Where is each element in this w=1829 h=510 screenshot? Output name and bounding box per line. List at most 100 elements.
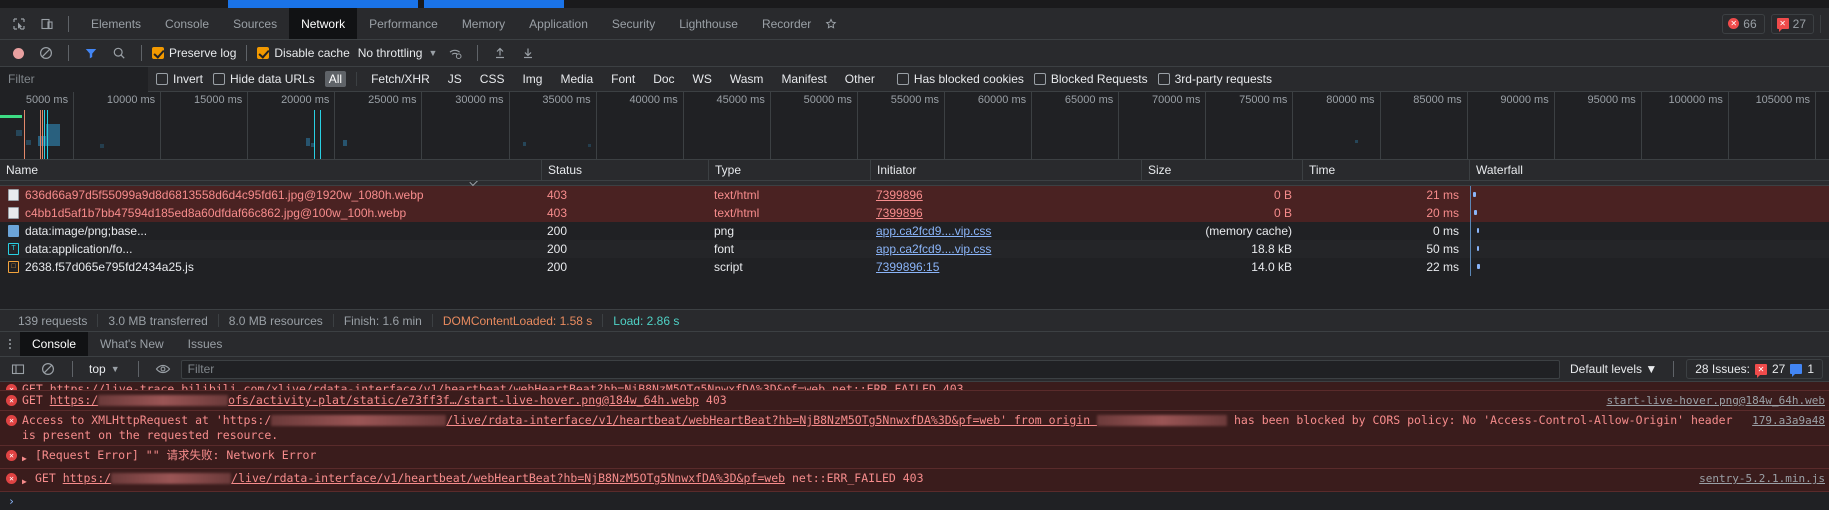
blocked-requests-checkbox[interactable]: Blocked Requests [1033,72,1148,86]
hide-data-urls-checkbox[interactable]: Hide data URLs [213,72,315,86]
type-filter-font[interactable]: Font [607,71,639,87]
drawer-tab-whats-new[interactable]: What's New [88,332,176,356]
error-count-badge[interactable]: ✕ 66 [1722,13,1765,34]
throttling-select-value[interactable]: No throttling [354,46,423,60]
chevron-down-icon[interactable]: ▼ [426,48,439,58]
tab-network[interactable]: Network [289,8,358,39]
cell-initiator[interactable]: 7399896 [870,204,1141,222]
url-link[interactable]: ofs/activity-plat/static/e73ff3f…/start-… [228,393,699,407]
filter-input[interactable] [0,66,148,92]
type-filter-css[interactable]: CSS [476,71,509,87]
expand-arrow-icon[interactable]: ▶ [22,474,30,489]
type-filter-doc[interactable]: Doc [649,71,678,87]
cell-name[interactable]: 636d66a97d5f55099a9d8d6813558d6d4c95fd61… [0,186,541,204]
table-body[interactable]: 636d66a97d5f55099a9d8d6813558d6d4c95fd61… [0,181,1829,309]
initiator-link[interactable]: app.ca2fcd9....vip.css [876,242,991,256]
filter-toggle-button[interactable] [79,42,103,64]
disable-cache-checkbox[interactable]: Disable cache [257,46,350,60]
cell-name[interactable]: □ 2638.f57d065e795fd2434a25.js [0,258,541,276]
initiator-link[interactable]: app.ca2fcd9....vip.css [876,224,991,238]
tab-recorder[interactable]: Recorder [750,8,823,39]
tab-elements[interactable]: Elements [79,8,153,39]
tab-console[interactable]: Console [153,8,221,39]
drawer-tab-issues[interactable]: Issues [176,332,235,356]
type-filter-fetch-xhr[interactable]: Fetch/XHR [367,71,434,87]
console-issues-chip[interactable]: 28 Issues: ✕ 27 1 [1686,359,1823,379]
url-link[interactable]: https:/ [50,393,98,407]
console-filter-input[interactable] [180,359,1560,379]
console-error-message[interactable]: ✕ ▶ GET https://live/rdata-interface/v1/he… [0,469,1829,492]
tab-sources[interactable]: Sources [221,8,289,39]
cell-initiator[interactable]: 7399896:15 [870,258,1141,276]
tab-security[interactable]: Security [600,8,667,39]
column-header-waterfall[interactable]: Waterfall [1469,159,1829,181]
cell-initiator[interactable]: app.ca2fcd9....vip.css [870,222,1141,240]
type-filter-ws[interactable]: WS [689,71,716,87]
live-expression-eye-icon[interactable] [151,358,175,380]
url-link[interactable]: /live/rdata-interface/v1/heartbeat/webHe… [231,471,785,485]
console-message-source-link[interactable]: sentry-5.2.1.min.js [1699,471,1825,486]
tab-lighthouse[interactable]: Lighthouse [667,8,750,39]
console-clear-button[interactable] [36,358,60,380]
table-row[interactable]: 636d66a97d5f55099a9d8d6813558d6d4c95fd61… [0,186,1829,204]
console-sidebar-toggle-button[interactable] [6,358,30,380]
tab-performance[interactable]: Performance [357,8,450,39]
execution-context-selector[interactable]: top ▼ [85,362,126,376]
warning-count-badge[interactable]: ✕ 27 [1770,13,1814,34]
drawer-tab-console[interactable]: Console [20,332,89,356]
initiator-link[interactable]: 7399896:15 [876,260,939,274]
type-filter-img[interactable]: Img [518,71,546,87]
console-message-source-link[interactable]: 179.a3a9a48 [1752,413,1825,428]
record-button[interactable] [6,42,30,64]
tab-memory[interactable]: Memory [450,8,517,39]
column-header-size[interactable]: Size [1141,159,1302,181]
initiator-link[interactable]: 7399896 [876,206,923,220]
type-filter-js[interactable]: JS [444,71,466,87]
url-link[interactable]: /live/rdata-interface/v1/heartbeat/webHe… [446,413,1097,427]
cell-initiator[interactable]: 7399896 [870,186,1141,204]
type-filter-other[interactable]: Other [841,71,879,87]
table-row[interactable]: data:image/png;base... 200 png app.ca2fcd9.… [0,222,1829,240]
console-error-message[interactable]: ✕ Access to XMLHttpRequest at 'https://li… [0,411,1829,446]
table-row[interactable]: Tdata:application/fo... 200 font app.ca2fcd… [0,240,1829,258]
cell-name[interactable]: Tdata:application/fo... [0,240,541,258]
column-header-name[interactable]: Name [0,160,541,181]
inspect-element-icon[interactable] [6,12,32,36]
type-filter-manifest[interactable]: Manifest [777,71,830,87]
type-filter-wasm[interactable]: Wasm [726,71,768,87]
column-header-status[interactable]: Status [541,159,708,181]
table-row[interactable]: □ 2638.f57d065e795fd2434a25.js 200 script 73… [0,258,1829,276]
device-toolbar-icon[interactable] [34,12,60,36]
console-levels-selector[interactable]: Default levels ▼ [1566,362,1661,376]
cell-name[interactable]: data:image/png;base... [0,222,541,240]
type-filter-all[interactable]: All [324,71,347,87]
console-message-list[interactable]: ✕ GET https://live-trace.bilibili.com/xli… [0,382,1829,510]
has-blocked-cookies-checkbox[interactable]: Has blocked cookies [896,72,1024,86]
console-message-source-link[interactable]: start-live-hover.png@184w_64h.web [1606,393,1825,408]
third-party-requests-checkbox[interactable]: 3rd-party requests [1157,72,1272,86]
type-filter-media[interactable]: Media [556,71,597,87]
initiator-link[interactable]: 7399896 [876,188,923,202]
cell-name[interactable]: c4bb1d5af1b7bb47594d185ed8a60dfdaf66c862… [0,204,541,222]
search-button[interactable] [107,42,131,64]
console-error-message[interactable]: ✕ GET https:/ofs/activity-plat/static/e73… [0,391,1829,411]
drawer-more-options-button[interactable] [0,332,20,356]
column-header-type[interactable]: Type [708,159,870,181]
preserve-log-checkbox[interactable]: Preserve log [152,46,236,60]
network-conditions-button[interactable] [443,42,467,64]
column-header-time[interactable]: Time [1302,159,1469,181]
cell-initiator[interactable]: app.ca2fcd9....vip.css [870,240,1141,258]
export-har-button[interactable] [516,42,540,64]
import-har-button[interactable] [488,42,512,64]
column-header-initiator[interactable]: Initiator [870,159,1141,181]
expand-arrow-icon[interactable]: ▶ [22,451,30,466]
url-link[interactable]: https:/ [63,471,111,485]
console-error-message[interactable]: ✕ ▶ [Request Error] "" 请求失败: Network Error [0,446,1829,469]
clear-button[interactable] [34,42,58,64]
console-error-message[interactable]: ✕ GET https://live-trace.bilibili.com/xli… [0,382,1829,391]
network-overview-timeline[interactable]: 5000 ms 10000 ms 15000 ms 20000 ms 25000 ms 3… [0,92,1829,160]
invert-checkbox[interactable]: Invert [156,72,203,86]
tab-application[interactable]: Application [517,8,600,39]
console-prompt[interactable]: › [0,492,1829,510]
table-row[interactable]: c4bb1d5af1b7bb47594d185ed8a60dfdaf66c862… [0,204,1829,222]
